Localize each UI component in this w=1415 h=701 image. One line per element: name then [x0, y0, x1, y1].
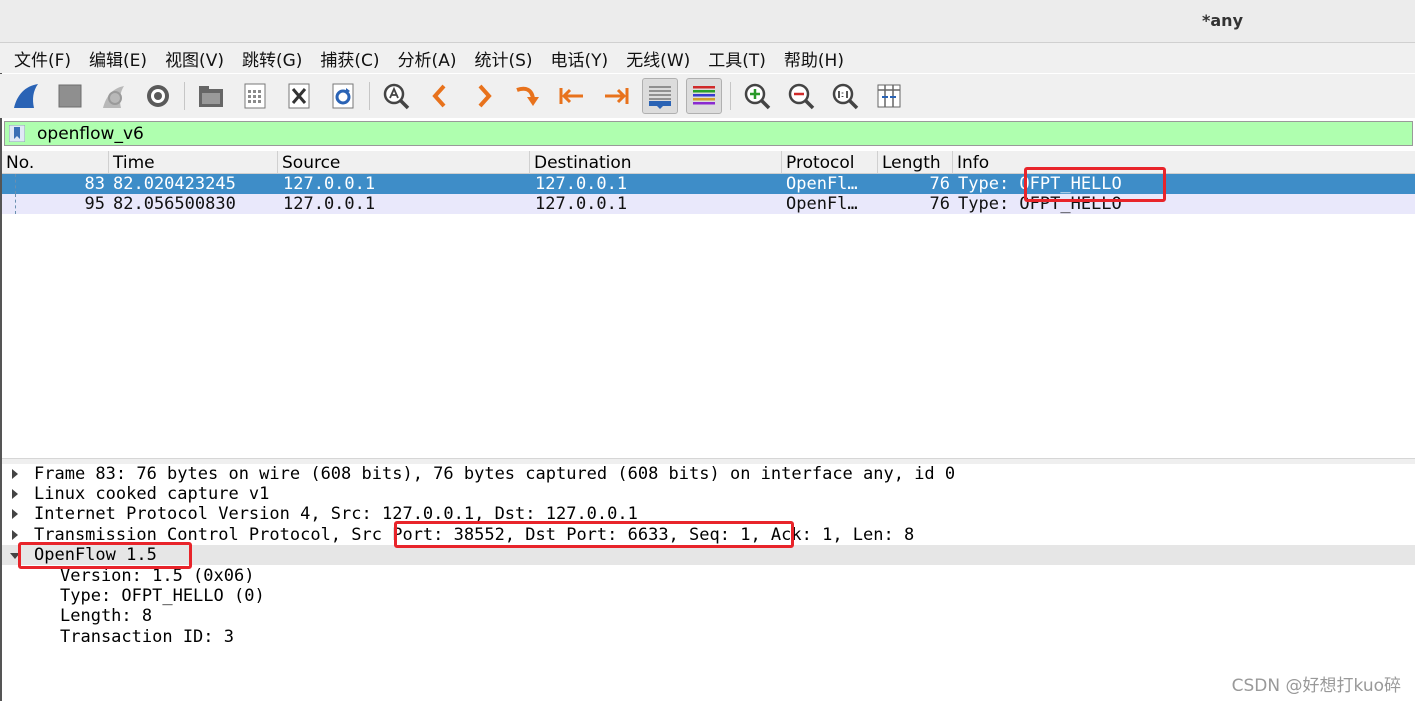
capture-options-gear-icon[interactable]	[140, 78, 176, 114]
expand-triangle-icon[interactable]	[12, 469, 18, 479]
expand-triangle-icon[interactable]	[12, 509, 18, 519]
packet-protocol: OpenFl…	[786, 194, 858, 214]
packet-time: 82.020423245	[113, 174, 236, 194]
last-packet-icon[interactable]	[598, 78, 634, 114]
menu-go[interactable]: 跳转(G)	[242, 46, 302, 71]
toolbar-separator	[369, 82, 370, 110]
normal-size-icon[interactable]	[827, 78, 863, 114]
column-header-protocol[interactable]: Protocol	[782, 151, 878, 173]
column-header-destination[interactable]: Destination	[530, 151, 782, 173]
packet-destination: 127.0.0.1	[535, 194, 628, 214]
packet-source: 127.0.0.1	[283, 174, 376, 194]
toolbar-separator	[730, 82, 731, 110]
tree-child-version[interactable]: Version: 1.5 (0x06)	[2, 566, 1415, 586]
zoom-in-icon[interactable]	[739, 78, 775, 114]
menu-telephony[interactable]: 电话(Y)	[551, 46, 609, 71]
tree-item-openflow[interactable]: OpenFlow 1.5	[2, 545, 1415, 565]
tree-item-label: Frame 83: 76 bytes on wire (608 bits), 7…	[34, 464, 956, 484]
menu-capture[interactable]: 捕获(C)	[320, 46, 379, 71]
packet-no: 83	[84, 174, 105, 194]
packet-no: 95	[84, 194, 105, 214]
menu-edit[interactable]: 编辑(E)	[89, 46, 147, 71]
close-file-icon[interactable]	[281, 78, 317, 114]
main-toolbar	[0, 74, 1415, 118]
menu-file[interactable]: 文件(F)	[14, 46, 71, 71]
menu-bar: 文件(F) 编辑(E) 视图(V) 跳转(G) 捕获(C) 分析(A) 统计(S…	[0, 43, 1415, 73]
forward-arrow-icon[interactable]	[466, 78, 502, 114]
tree-item-label: Type: OFPT_HELLO (0)	[60, 586, 265, 606]
watermark: CSDN @好想打kuo碎	[1231, 676, 1401, 696]
jump-to-packet-icon[interactable]	[510, 78, 546, 114]
column-header-time[interactable]: Time	[109, 151, 278, 173]
tree-item-label: Length: 8	[60, 606, 153, 626]
annotation-box-hello	[1024, 167, 1166, 202]
title-bar: *any	[0, 0, 1415, 43]
tree-item-label: Linux cooked capture v1	[34, 484, 270, 504]
packet-length: 76	[929, 194, 950, 214]
tree-child-transaction-id[interactable]: Transaction ID: 3	[2, 627, 1415, 647]
tree-item-label: Version: 1.5 (0x06)	[60, 566, 255, 586]
menu-help[interactable]: 帮助(H)	[784, 46, 844, 71]
find-magnifier-icon[interactable]	[378, 78, 414, 114]
menu-analyze[interactable]: 分析(A)	[398, 46, 457, 71]
bookmark-icon[interactable]	[9, 125, 25, 142]
display-filter-bar[interactable]: openflow_v6	[4, 121, 1413, 146]
menu-wireless[interactable]: 无线(W)	[626, 46, 690, 71]
back-arrow-icon[interactable]	[422, 78, 458, 114]
shark-fin-start-icon[interactable]	[8, 78, 44, 114]
save-file-icon[interactable]	[237, 78, 273, 114]
window-title: *any	[1202, 11, 1243, 30]
reload-file-icon[interactable]	[325, 78, 361, 114]
tree-child-length[interactable]: Length: 8	[2, 606, 1415, 626]
packet-list-header: No. Time Source Destination Protocol Len…	[2, 151, 1415, 174]
menu-view[interactable]: 视图(V)	[165, 46, 224, 71]
autoscroll-icon[interactable]	[642, 78, 678, 114]
colorize-icon[interactable]	[686, 78, 722, 114]
zoom-out-icon[interactable]	[783, 78, 819, 114]
tree-item-label: Transaction ID: 3	[60, 627, 234, 647]
tree-item-frame[interactable]: Frame 83: 76 bytes on wire (608 bits), 7…	[2, 464, 1415, 484]
annotation-box-openflow-version	[18, 542, 192, 569]
menu-statistics[interactable]: 统计(S)	[474, 46, 532, 71]
packet-row[interactable]: 95 82.056500830 127.0.0.1 127.0.0.1 Open…	[2, 194, 1415, 214]
display-filter-input[interactable]: openflow_v6	[37, 124, 144, 144]
tree-child-type[interactable]: Type: OFPT_HELLO (0)	[2, 586, 1415, 606]
packet-length: 76	[929, 174, 950, 194]
first-packet-icon[interactable]	[554, 78, 590, 114]
packet-destination: 127.0.0.1	[535, 174, 628, 194]
tree-item-linux-cooked[interactable]: Linux cooked capture v1	[2, 484, 1415, 504]
menu-tools[interactable]: 工具(T)	[708, 46, 766, 71]
resize-columns-icon[interactable]	[871, 78, 907, 114]
column-header-length[interactable]: Length	[878, 151, 953, 173]
annotation-box-ports	[394, 521, 794, 548]
packet-time: 82.056500830	[113, 194, 236, 214]
packet-protocol: OpenFl…	[786, 174, 858, 194]
restart-capture-icon[interactable]	[96, 78, 132, 114]
column-header-no[interactable]: No.	[2, 151, 109, 173]
expand-triangle-icon[interactable]	[12, 530, 18, 540]
column-header-info[interactable]: Info	[953, 151, 1415, 173]
column-header-source[interactable]: Source	[278, 151, 530, 173]
open-folder-icon[interactable]	[193, 78, 229, 114]
toolbar-separator	[184, 82, 185, 110]
packet-list: No. Time Source Destination Protocol Len…	[2, 151, 1415, 458]
expand-triangle-icon[interactable]	[12, 489, 18, 499]
packet-row-selected[interactable]: 83 82.020423245 127.0.0.1 127.0.0.1 Open…	[2, 174, 1415, 194]
packet-source: 127.0.0.1	[283, 194, 376, 214]
stop-square-icon[interactable]	[52, 78, 88, 114]
packet-details-tree: Frame 83: 76 bytes on wire (608 bits), 7…	[2, 464, 1415, 701]
